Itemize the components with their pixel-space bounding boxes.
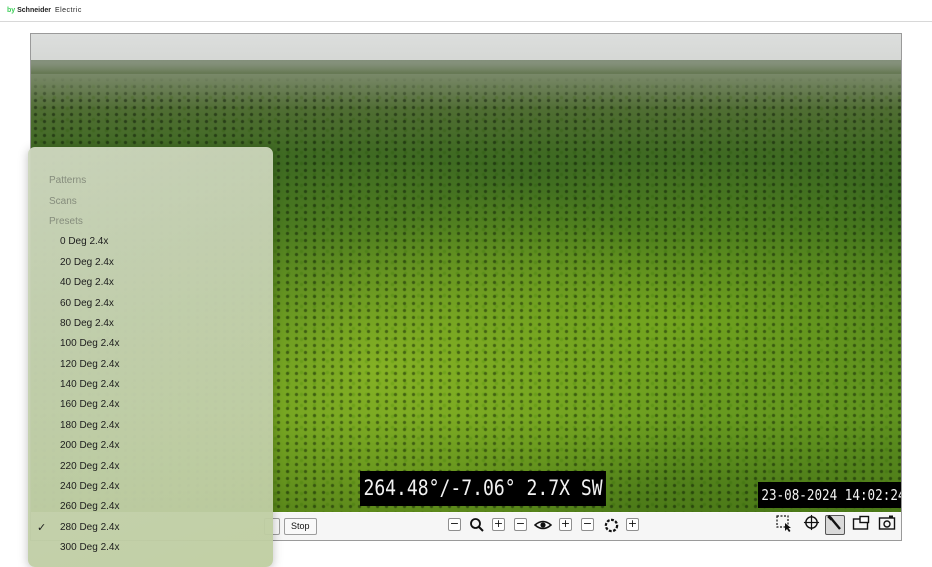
iris-close-button[interactable]: − <box>581 518 594 531</box>
preset-item-140[interactable]: 140 Deg 2.4x <box>60 379 120 390</box>
stop-button[interactable]: Stop <box>284 518 317 535</box>
brand-suffix: Electric <box>54 7 82 14</box>
preset-item-280-selected[interactable]: 280 Deg 2.4x <box>60 522 120 533</box>
preset-item-0[interactable]: 0 Deg 2.4x <box>60 236 108 247</box>
preset-item-80[interactable]: 80 Deg 2.4x <box>60 318 114 329</box>
preset-item-260[interactable]: 260 Deg 2.4x <box>60 501 120 512</box>
focus-far-button[interactable]: + <box>559 518 572 531</box>
timestamp-overlay: 23-08-2024 14:02:24 <box>758 482 901 508</box>
preset-item-20[interactable]: 20 Deg 2.4x <box>60 257 114 268</box>
menu-section-scans[interactable]: Scans <box>49 196 77 207</box>
menu-section-presets[interactable]: Presets <box>49 216 83 227</box>
magnifier-icon <box>468 516 486 534</box>
snapshot-icon <box>878 515 896 536</box>
center-target-button[interactable] <box>801 514 821 536</box>
preset-item-60[interactable]: 60 Deg 2.4x <box>60 298 114 309</box>
popout-icon <box>852 515 870 536</box>
brand-prefix: by <box>7 7 16 14</box>
zoom-out-button[interactable]: − <box>448 518 461 531</box>
crosshair-icon <box>803 514 820 536</box>
top-bar: by Schneider Electric <box>0 0 932 22</box>
preset-dropdown-menu: Patterns Scans Presets 0 Deg 2.4x 20 Deg… <box>28 147 273 567</box>
eye-icon <box>534 516 552 534</box>
wiper-button[interactable] <box>825 514 845 536</box>
brand-logo: by Schneider Electric <box>7 7 82 14</box>
menu-section-patterns[interactable]: Patterns <box>49 175 86 186</box>
preset-item-220[interactable]: 220 Deg 2.4x <box>60 461 120 472</box>
preset-item-180[interactable]: 180 Deg 2.4x <box>60 420 120 431</box>
preset-item-100[interactable]: 100 Deg 2.4x <box>60 338 120 349</box>
focus-near-button[interactable]: − <box>514 518 527 531</box>
brand-name: Schneider <box>17 7 51 14</box>
preset-item-40[interactable]: 40 Deg 2.4x <box>60 277 114 288</box>
region-select-button[interactable] <box>774 514 794 537</box>
zoom-in-button[interactable]: + <box>492 518 505 531</box>
preset-item-300[interactable]: 300 Deg 2.4x <box>60 542 120 553</box>
iris-open-button[interactable]: + <box>626 518 639 531</box>
preset-item-160[interactable]: 160 Deg 2.4x <box>60 399 120 410</box>
preset-item-240[interactable]: 240 Deg 2.4x <box>60 481 120 492</box>
popout-button[interactable] <box>851 515 871 535</box>
checkmark-icon: ✓ <box>37 522 47 534</box>
preset-item-120[interactable]: 120 Deg 2.4x <box>60 359 120 370</box>
wiper-icon <box>827 514 843 536</box>
preset-item-200[interactable]: 200 Deg 2.4x <box>60 440 120 451</box>
snapshot-button[interactable] <box>877 515 897 535</box>
region-select-icon <box>775 514 793 537</box>
ptz-position-overlay: 264.48°/-7.06° 2.7X SW <box>360 471 607 506</box>
iris-icon <box>602 516 620 534</box>
